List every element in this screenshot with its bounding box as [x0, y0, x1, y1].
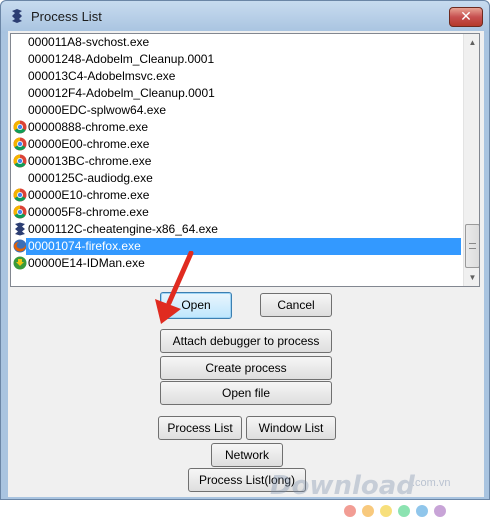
process-row[interactable]: 000011A8-svchost.exe [11, 34, 463, 51]
scrollbar-grip-icon [469, 243, 476, 249]
process-name: 000013BC-chrome.exe [28, 154, 152, 168]
watermark-domain: .com.vn [412, 477, 451, 489]
watermark-dot [416, 505, 428, 517]
process-name: 00001248-Adobelm_Cleanup.0001 [28, 52, 215, 66]
process-name: 00000EDC-splwow64.exe [28, 103, 167, 117]
create-process-button[interactable]: Create process [160, 356, 332, 380]
process-row[interactable]: 000013C4-Adobelmsvc.exe [11, 68, 463, 85]
process-name: 000011A8-svchost.exe [28, 35, 150, 49]
process-listbox[interactable]: 000011A8-svchost.exe 00001248-Adobelm_Cle… [10, 33, 480, 287]
watermark-logo: Download [270, 471, 415, 501]
dialog-body: 000011A8-svchost.exe 00001248-Adobelm_Cle… [8, 31, 484, 517]
scroll-up-arrow-icon[interactable]: ▲ [464, 34, 479, 51]
chrome-icon [13, 120, 27, 134]
process-list-button[interactable]: Process List [158, 416, 242, 440]
watermark-dot [362, 505, 374, 517]
process-row[interactable]: 00000E10-chrome.exe [11, 187, 463, 204]
process-name: 00000888-chrome.exe [28, 120, 149, 134]
process-name: 000005F8-chrome.exe [28, 205, 149, 219]
watermark-dot [380, 505, 392, 517]
vertical-scrollbar[interactable]: ▲ ▼ [463, 34, 479, 286]
process-rows: 000011A8-svchost.exe 00001248-Adobelm_Cle… [11, 34, 463, 272]
process-row[interactable]: 000013BC-chrome.exe [11, 153, 463, 170]
process-name: 000013C4-Adobelmsvc.exe [28, 69, 176, 83]
cheatengine-icon [15, 222, 25, 236]
chrome-icon [13, 154, 27, 168]
watermark-dots [344, 505, 452, 520]
open-file-button[interactable]: Open file [160, 381, 332, 405]
process-name: 00000E14-IDMan.exe [28, 256, 145, 270]
process-row[interactable]: 00000E14-IDMan.exe [11, 255, 463, 272]
process-name: 000012F4-Adobelm_Cleanup.0001 [28, 86, 215, 100]
process-row[interactable]: 00000EDC-splwow64.exe [11, 102, 463, 119]
attach-debugger-button[interactable]: Attach debugger to process [160, 329, 332, 353]
chrome-icon [13, 188, 27, 202]
chrome-icon [13, 205, 27, 219]
process-name: 00000E10-chrome.exe [28, 188, 150, 202]
close-button[interactable]: ✕ [449, 7, 483, 27]
watermark-dot [398, 505, 410, 517]
watermark-dot [434, 505, 446, 517]
cancel-button[interactable]: Cancel [260, 293, 332, 317]
process-row[interactable]: 0000125C-audiodg.exe [11, 170, 463, 187]
window-list-button[interactable]: Window List [246, 416, 336, 440]
title-bar[interactable]: Process List ✕ [1, 1, 489, 33]
process-row[interactable]: 00000E00-chrome.exe [11, 136, 463, 153]
scrollbar-thumb[interactable] [465, 224, 479, 268]
process-name: 0000125C-audiodg.exe [28, 171, 153, 185]
network-button[interactable]: Network [211, 443, 283, 467]
chrome-icon [13, 137, 27, 151]
annotation-arrow-icon [155, 251, 194, 324]
process-row[interactable]: 000012F4-Adobelm_Cleanup.0001 [11, 85, 463, 102]
cheatengine-icon [12, 9, 22, 23]
firefox-icon [13, 239, 27, 253]
scroll-down-arrow-icon[interactable]: ▼ [464, 269, 479, 286]
process-row[interactable]: 00000888-chrome.exe [11, 119, 463, 136]
process-row[interactable]: 0000112C-cheatengine-x86_64.exe [11, 221, 463, 238]
process-name: 00000E00-chrome.exe [28, 137, 150, 151]
process-row[interactable]: 000005F8-chrome.exe [11, 204, 463, 221]
process-list-window: Process List ✕ 000011A8-svchost.exe 00001… [0, 0, 490, 517]
window-title: Process List [31, 9, 102, 24]
idm-icon [13, 256, 27, 270]
process-row[interactable]: 00001248-Adobelm_Cleanup.0001 [11, 51, 463, 68]
watermark-dot [344, 505, 356, 517]
process-row[interactable]: 00001074-firefox.exe [11, 238, 463, 255]
process-name: 0000112C-cheatengine-x86_64.exe [28, 222, 218, 236]
process-name: 00001074-firefox.exe [26, 238, 461, 255]
